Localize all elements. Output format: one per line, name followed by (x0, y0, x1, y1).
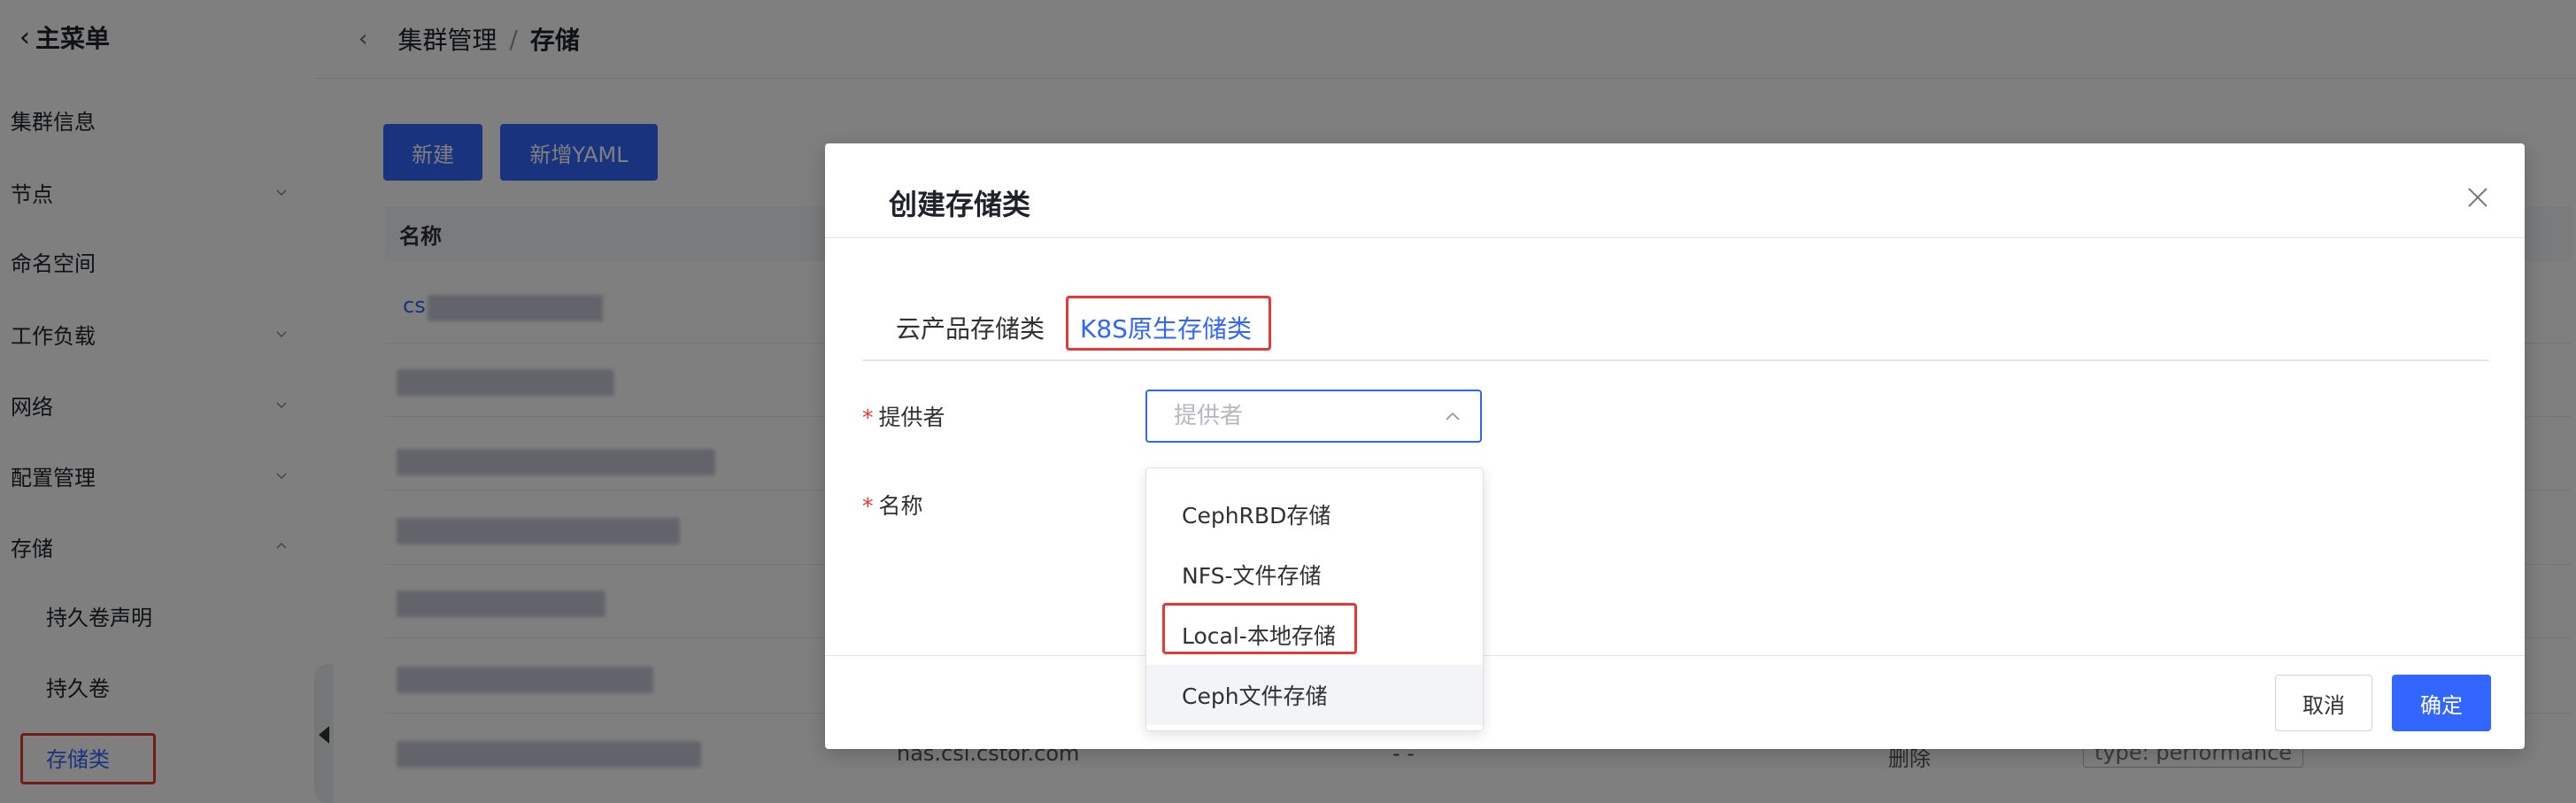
provider-dropdown: CephRBD存储 NFS-文件存储 Local-本地存储 Ceph文件存储 (1145, 467, 1484, 731)
chevron-up-icon (1446, 412, 1460, 421)
modal-title: 创建存储类 (889, 188, 1031, 221)
required-asterisk: * (862, 405, 874, 430)
modal-footer-divider (825, 655, 2525, 656)
cancel-button[interactable]: 取消 (2275, 675, 2372, 731)
confirm-button[interactable]: 确定 (2392, 675, 2491, 731)
required-asterisk: * (862, 493, 874, 519)
highlight-box (1162, 603, 1357, 654)
provider-label-text: 提供者 (878, 405, 945, 430)
name-label: * 名称 (862, 489, 923, 521)
modal-header-divider (825, 237, 2525, 238)
dropdown-option-cephrbd[interactable]: CephRBD存储 (1146, 484, 1483, 544)
name-label-text: 名称 (878, 493, 923, 519)
provider-select[interactable] (1145, 390, 1482, 443)
provider-input[interactable] (1172, 402, 1423, 430)
dropdown-option-nfs[interactable]: NFS-文件存储 (1146, 544, 1483, 605)
dropdown-option-cephfs[interactable]: Ceph文件存储 (1146, 665, 1483, 725)
tab-cloud-storage-class[interactable]: 云产品存储类 (896, 310, 1045, 345)
create-storage-class-modal: 创建存储类 云产品存储类 K8S原生存储类 *提供者 *名称 取消 确定 (825, 143, 2525, 749)
provider-label: * 提供者 (862, 400, 945, 432)
tabs-divider (862, 359, 2489, 361)
close-icon[interactable] (2466, 186, 2489, 209)
highlight-box (1066, 296, 1271, 351)
